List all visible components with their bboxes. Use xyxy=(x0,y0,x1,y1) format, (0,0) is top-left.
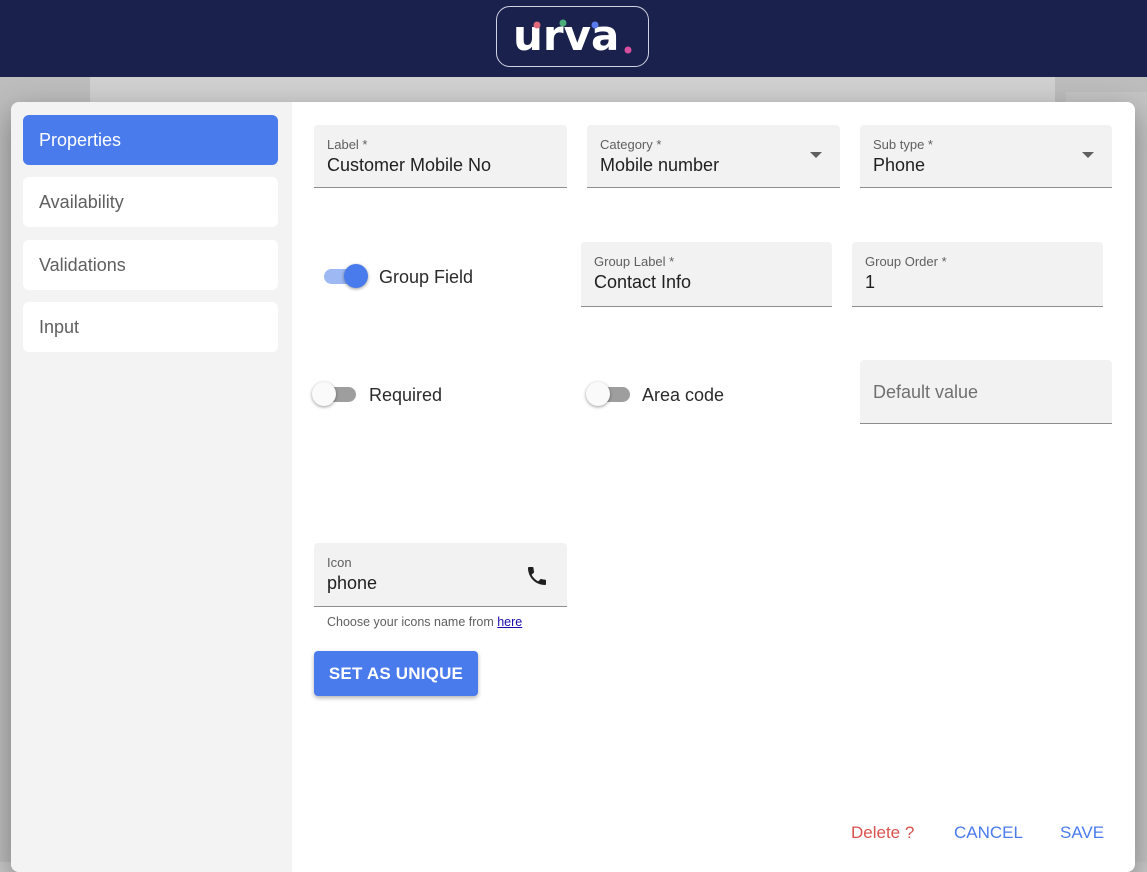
category-select[interactable]: Category * Mobile number xyxy=(587,125,840,188)
save-button[interactable]: SAVE xyxy=(1060,823,1104,843)
phone-icon xyxy=(528,567,546,585)
sidebar-item-input[interactable]: Input xyxy=(23,302,278,352)
field-properties-dialog: Properties Availability Validations Inpu… xyxy=(11,102,1135,872)
toggle-thumb xyxy=(344,264,368,288)
icon-field-value: phone xyxy=(327,573,378,593)
icon-field-label: Icon xyxy=(327,555,352,570)
default-value-field[interactable]: Default value xyxy=(860,360,1112,424)
dropdown-arrow-icon xyxy=(810,152,822,158)
subtype-select-value: Phone xyxy=(873,155,926,175)
area-code-toggle[interactable] xyxy=(586,382,632,406)
icons-here-link[interactable]: here xyxy=(497,615,522,629)
cancel-button[interactable]: CANCEL xyxy=(954,823,1023,843)
group-order-field-value: 1 xyxy=(865,272,876,292)
group-field-label: Group Field xyxy=(379,267,474,287)
dialog-sidebar: Properties Availability Validations Inpu… xyxy=(11,102,292,872)
group-label-field-value: Contact Info xyxy=(594,272,692,292)
dropdown-arrow-icon xyxy=(1082,152,1094,158)
group-label-field[interactable]: Group Label * Contact Info xyxy=(581,242,832,307)
logo-wordmark: urva xyxy=(513,17,632,57)
top-bar: urva xyxy=(0,0,1147,77)
toggle-thumb xyxy=(586,382,610,406)
sidebar-item-properties[interactable]: Properties xyxy=(23,115,278,165)
icon-helper-message: Choose your icons name from xyxy=(327,615,498,629)
label-field[interactable]: Label * Customer Mobile No xyxy=(314,125,567,188)
urva-logo[interactable]: urva xyxy=(496,6,649,67)
category-select-value: Mobile number xyxy=(600,155,720,175)
group-label-field-label: Group Label * xyxy=(594,254,675,269)
icon-helper-text: Choose your icons name from here xyxy=(327,615,522,629)
area-code-label: Area code xyxy=(642,385,725,405)
icon-field[interactable]: Icon phone xyxy=(314,543,567,607)
toggle-thumb xyxy=(312,382,336,406)
subtype-select[interactable]: Sub type * Phone xyxy=(860,125,1112,188)
group-order-field-label: Group Order * xyxy=(865,254,947,269)
required-toggle[interactable] xyxy=(312,382,358,406)
label-field-label: Label * xyxy=(327,137,368,152)
subtype-select-label: Sub type * xyxy=(873,137,933,152)
default-value-placeholder: Default value xyxy=(873,382,979,402)
sidebar-item-validations[interactable]: Validations xyxy=(23,240,278,290)
label-field-value: Customer Mobile No xyxy=(327,155,492,175)
group-order-field[interactable]: Group Order * 1 xyxy=(852,242,1103,307)
group-field-toggle[interactable] xyxy=(322,264,368,288)
category-select-label: Category * xyxy=(600,137,662,152)
delete-button[interactable]: Delete ? xyxy=(851,823,914,843)
required-label: Required xyxy=(369,385,443,405)
set-as-unique-button[interactable]: SET AS UNIQUE xyxy=(314,651,478,696)
sidebar-item-availability[interactable]: Availability xyxy=(23,177,278,227)
